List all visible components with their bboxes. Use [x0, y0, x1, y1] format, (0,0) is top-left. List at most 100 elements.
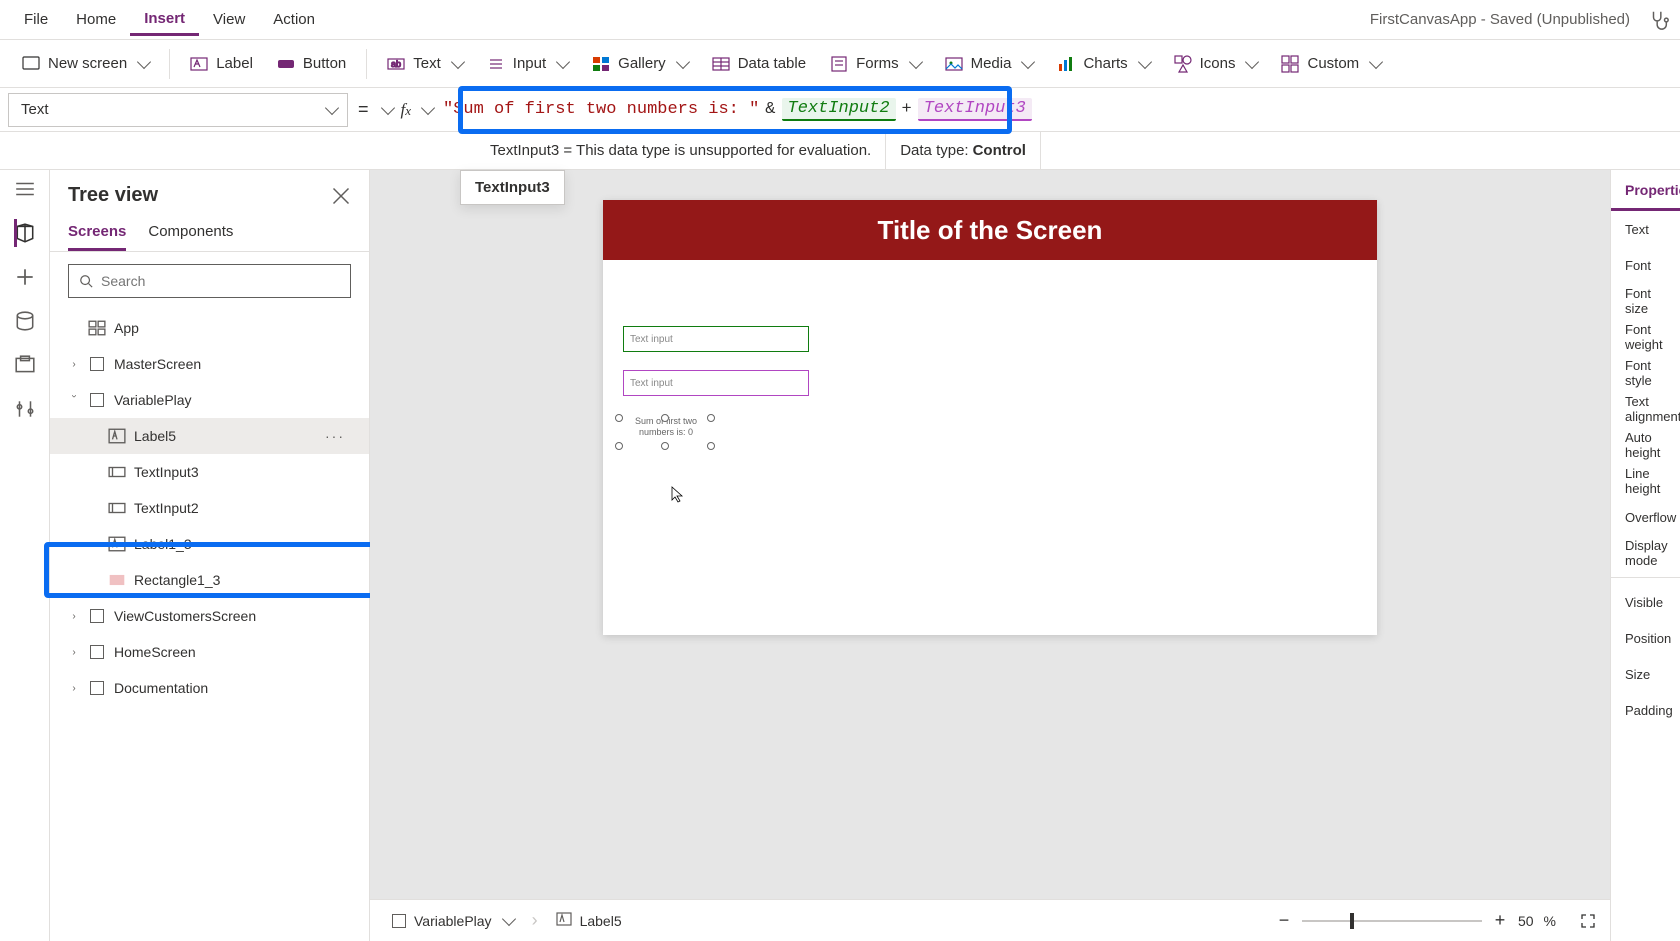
resize-handle[interactable] [615, 414, 623, 422]
prop-font-style[interactable]: Font style [1611, 355, 1680, 391]
slider-thumb[interactable] [1350, 913, 1354, 929]
tree-item-textinput2[interactable]: TextInput2 [50, 490, 369, 526]
rail-data[interactable] [14, 310, 36, 332]
ribbon-label[interactable]: Label [180, 49, 263, 79]
screen-icon [392, 914, 406, 928]
expand-icon[interactable]: › [68, 359, 80, 370]
zoom-out-button[interactable]: − [1276, 913, 1292, 929]
ribbon-media[interactable]: Media [935, 49, 1044, 79]
menu-action[interactable]: Action [259, 5, 329, 34]
screen-icon [88, 391, 106, 409]
tree-item-label5[interactable]: Label5 ··· [50, 418, 369, 454]
screen-icon [88, 607, 106, 625]
resize-handle[interactable] [707, 442, 715, 450]
fx-icon[interactable]: fx [401, 100, 412, 120]
zoom-in-button[interactable]: + [1492, 913, 1508, 929]
menu-view[interactable]: View [199, 5, 259, 34]
tree-search[interactable] [68, 264, 351, 298]
prop-overflow[interactable]: Overflow [1611, 499, 1680, 535]
ribbon-icons[interactable]: Icons [1164, 49, 1268, 79]
tree-item-label: Label5 [134, 428, 176, 444]
tab-screens[interactable]: Screens [68, 215, 126, 251]
tree-item-label1-3[interactable]: Label1_3 [50, 526, 369, 562]
canvas-textinput3[interactable]: Text input [623, 370, 809, 396]
screen-stage[interactable]: Title of the Screen Text input Text inpu… [603, 200, 1377, 635]
tree-item-homescreen[interactable]: › HomeScreen [50, 634, 369, 670]
fit-screen-button[interactable] [1580, 913, 1596, 929]
tree-item-textinput3[interactable]: TextInput3 [50, 454, 369, 490]
prop-auto-height[interactable]: Auto height [1611, 427, 1680, 463]
expand-icon[interactable]: › [68, 611, 80, 622]
screen-icon [88, 679, 106, 697]
shapes-icon [1174, 55, 1192, 73]
tree-item-rectangle1-3[interactable]: Rectangle1_3 [50, 562, 369, 598]
ribbon-gallery[interactable]: Gallery [582, 49, 698, 79]
tree-item-app[interactable]: App [50, 310, 369, 346]
ribbon-custom[interactable]: Custom [1271, 49, 1391, 79]
menu-insert[interactable]: Insert [130, 4, 199, 36]
left-rail [0, 170, 50, 941]
ribbon-input[interactable]: Input [477, 49, 578, 79]
prop-padding[interactable]: Padding [1611, 692, 1680, 728]
rail-media[interactable] [14, 354, 36, 376]
tree-search-input[interactable] [101, 273, 340, 289]
breadcrumb-selection-label: Label5 [580, 913, 622, 929]
ribbon-new-screen[interactable]: New screen [12, 49, 159, 79]
ribbon-datatable[interactable]: Data table [702, 49, 816, 79]
formula-input[interactable]: "Sum of first two numbers is: " & TextIn… [433, 88, 1680, 131]
label-icon [108, 427, 126, 445]
menu-file[interactable]: File [10, 5, 62, 34]
prop-visible[interactable]: Visible [1611, 584, 1680, 620]
breadcrumb-separator: › [532, 910, 538, 931]
canvas-textinput2[interactable]: Text input [623, 326, 809, 352]
resize-handle[interactable] [661, 442, 669, 450]
intellisense-popup[interactable]: TextInput3 [460, 170, 565, 205]
label-icon [556, 911, 572, 930]
tab-components[interactable]: Components [148, 215, 233, 251]
app-checker-icon[interactable] [1648, 9, 1670, 31]
prop-position[interactable]: Position [1611, 620, 1680, 656]
zoom-slider[interactable] [1302, 920, 1482, 922]
collapse-icon[interactable]: › [69, 394, 80, 406]
prop-font-weight[interactable]: Font weight [1611, 319, 1680, 355]
prop-line-height[interactable]: Line height [1611, 463, 1680, 499]
textinput-icon [108, 499, 126, 517]
rail-tree-view[interactable] [14, 222, 36, 244]
prop-text[interactable]: Text [1611, 211, 1680, 247]
tree-item-documentation[interactable]: › Documentation [50, 670, 369, 706]
breadcrumb-screen[interactable]: VariablePlay [384, 909, 522, 933]
formula-string: "Sum of first two numbers is: " [443, 100, 759, 119]
properties-tab[interactable]: Properties [1611, 170, 1680, 211]
prop-text-align[interactable]: Text alignment [1611, 391, 1680, 427]
property-selector[interactable]: Text [8, 93, 348, 127]
rail-insert[interactable] [14, 266, 36, 288]
tree-item-variableplay[interactable]: › VariablePlay [50, 382, 369, 418]
menu-home[interactable]: Home [62, 5, 130, 34]
tree-item-masterscreen[interactable]: › MasterScreen [50, 346, 369, 382]
prop-font[interactable]: Font [1611, 247, 1680, 283]
status-bar: VariablePlay › Label5 − + 50 % [370, 899, 1610, 941]
ribbon-button[interactable]: Button [267, 49, 356, 79]
resize-handle[interactable] [661, 414, 669, 422]
expand-icon[interactable]: › [68, 647, 80, 658]
chevron-down-icon[interactable] [380, 100, 394, 114]
expand-icon[interactable]: › [68, 683, 80, 694]
resize-handle[interactable] [615, 442, 623, 450]
more-icon[interactable]: ··· [325, 428, 345, 444]
prop-display-mode[interactable]: Display mode [1611, 535, 1680, 571]
tree-item-viewcustomers[interactable]: › ViewCustomersScreen [50, 598, 369, 634]
resize-handle[interactable] [707, 414, 715, 422]
breadcrumb-selection[interactable]: Label5 [548, 907, 630, 934]
app-icon [88, 319, 106, 337]
tree-item-label: Label1_3 [134, 536, 192, 552]
ribbon-forms[interactable]: Forms [820, 49, 931, 79]
properties-panel: Properties Text Font Font size Font weig… [1610, 170, 1680, 941]
prop-size[interactable]: Size [1611, 656, 1680, 692]
rail-advanced[interactable] [14, 398, 36, 420]
ribbon-charts[interactable]: Charts [1047, 49, 1159, 79]
ribbon-text[interactable]: ab Text [377, 49, 473, 79]
rail-hamburger[interactable] [14, 178, 36, 200]
close-icon[interactable] [331, 186, 351, 206]
zoom-value: 50 [1518, 913, 1534, 929]
prop-font-size[interactable]: Font size [1611, 283, 1680, 319]
